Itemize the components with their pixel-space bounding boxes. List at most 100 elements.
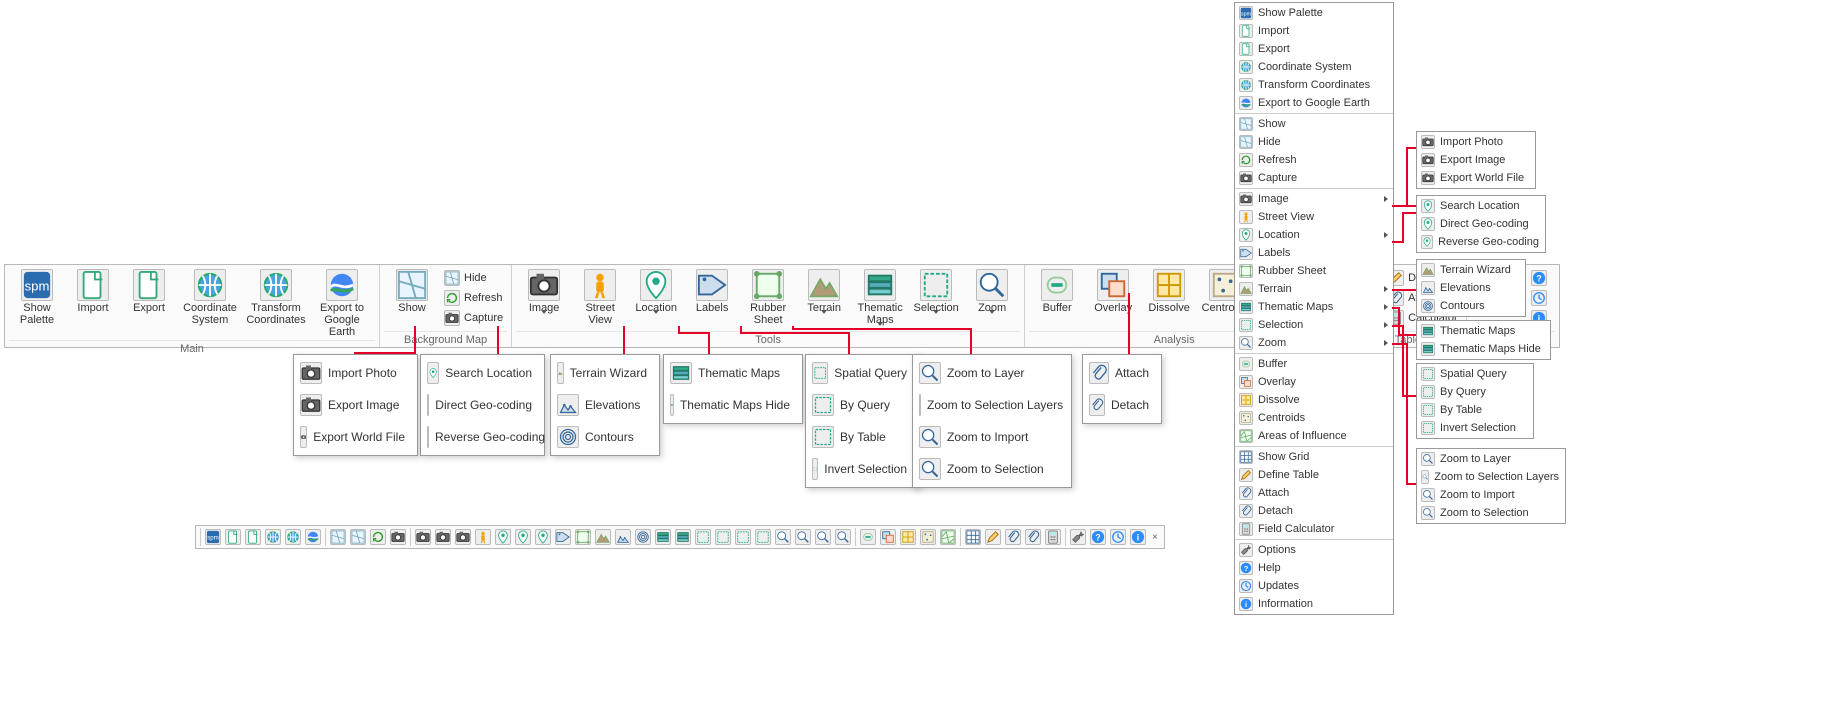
mi-by-query[interactable]: By Query bbox=[808, 389, 917, 421]
tb-help[interactable] bbox=[1088, 527, 1108, 547]
panel-item-define-table[interactable]: Define Table bbox=[1235, 466, 1393, 484]
panel-item-centroids[interactable]: Centroids bbox=[1235, 409, 1393, 427]
mi-zoom-to-selection-layers[interactable]: Zoom to Selection Layers bbox=[915, 389, 1069, 421]
flyout-item-import-photo[interactable]: Import Photo bbox=[1417, 133, 1535, 151]
show-map-button[interactable]: Show bbox=[384, 267, 440, 316]
panel-item-detach[interactable]: Detach bbox=[1235, 502, 1393, 520]
flyout-item-reverse-geo-coding[interactable]: Reverse Geo-coding bbox=[1417, 233, 1545, 251]
tb-show-palette[interactable] bbox=[203, 527, 223, 547]
panel-item-location[interactable]: Location bbox=[1235, 226, 1393, 244]
panel-item-show-palette[interactable]: Show Palette bbox=[1235, 4, 1393, 22]
tb-show-map[interactable] bbox=[328, 527, 348, 547]
mi-detach[interactable]: Detach bbox=[1085, 389, 1159, 421]
mi-search-location[interactable]: Search Location bbox=[423, 357, 542, 389]
tb-zoom-sel-layers[interactable] bbox=[793, 527, 813, 547]
panel-item-help[interactable]: Help bbox=[1235, 559, 1393, 577]
tb-voronoi[interactable] bbox=[938, 527, 958, 547]
tb-elevations[interactable] bbox=[613, 527, 633, 547]
tb-export[interactable] bbox=[243, 527, 263, 547]
tb-thematic-maps-hide[interactable] bbox=[673, 527, 693, 547]
dissolve-button[interactable]: Dissolve bbox=[1141, 267, 1197, 316]
mi-zoom-to-selection[interactable]: Zoom to Selection bbox=[915, 453, 1069, 485]
updates-button[interactable] bbox=[1529, 288, 1553, 308]
zoom-button[interactable]: Zoom bbox=[964, 267, 1020, 316]
flyout-item-direct-geo-coding[interactable]: Direct Geo-coding bbox=[1417, 215, 1545, 233]
tb-overlay[interactable] bbox=[878, 527, 898, 547]
mi-import-photo[interactable]: Import Photo bbox=[296, 357, 415, 389]
buffer-button[interactable]: Buffer bbox=[1029, 267, 1085, 316]
flyout-item-zoom-to-selection[interactable]: Zoom to Selection bbox=[1417, 504, 1565, 522]
export-button[interactable]: Export bbox=[121, 267, 177, 316]
tb-show-grid[interactable] bbox=[963, 527, 983, 547]
overlay-button[interactable]: Overlay bbox=[1085, 267, 1141, 316]
mi-by-table[interactable]: By Table bbox=[808, 421, 917, 453]
mi-attach[interactable]: Attach bbox=[1085, 357, 1159, 389]
panel-item-street-view[interactable]: Street View bbox=[1235, 208, 1393, 226]
tb-direct-geo[interactable] bbox=[513, 527, 533, 547]
street-view-button[interactable]: Street View bbox=[572, 267, 628, 328]
panel-item-areas-of-influence[interactable]: Areas of Influence bbox=[1235, 427, 1393, 445]
tb-options[interactable] bbox=[1068, 527, 1088, 547]
panel-item-import[interactable]: Import bbox=[1235, 22, 1393, 40]
tb-updates[interactable] bbox=[1108, 527, 1128, 547]
terrain-button[interactable]: Terrain bbox=[796, 267, 852, 316]
tb-terrain-wizard[interactable] bbox=[593, 527, 613, 547]
panel-item-refresh[interactable]: Refresh bbox=[1235, 151, 1393, 169]
panel-item-dissolve[interactable]: Dissolve bbox=[1235, 391, 1393, 409]
image-button[interactable]: Image bbox=[516, 267, 572, 316]
mi-zoom-to-layer[interactable]: Zoom to Layer bbox=[915, 357, 1069, 389]
flyout-item-zoom-to-selection-layers[interactable]: Zoom to Selection Layers bbox=[1417, 468, 1565, 486]
mi-elevations[interactable]: Elevations bbox=[553, 389, 657, 421]
rubber-sheet-button[interactable]: Rubber Sheet bbox=[740, 267, 796, 328]
show-palette-button[interactable]: Show Palette bbox=[9, 267, 65, 328]
tb-google-earth[interactable] bbox=[303, 527, 323, 547]
tb-coord-system[interactable] bbox=[263, 527, 283, 547]
capture-map-button[interactable]: Capture bbox=[442, 308, 505, 328]
hide-map-button[interactable]: Hide bbox=[442, 268, 505, 288]
panel-item-terrain[interactable]: Terrain bbox=[1235, 280, 1393, 298]
mi-reverse-geocoding[interactable]: Reverse Geo-coding bbox=[423, 421, 542, 453]
tb-by-query[interactable] bbox=[713, 527, 733, 547]
flyout-item-export-image[interactable]: Export Image bbox=[1417, 151, 1535, 169]
panel-item-thematic-maps[interactable]: Thematic Maps bbox=[1235, 298, 1393, 316]
flyout-item-spatial-query[interactable]: Spatial Query bbox=[1417, 365, 1533, 383]
panel-item-field-calculator[interactable]: Field Calculator bbox=[1235, 520, 1393, 538]
flyout-item-search-location[interactable]: Search Location bbox=[1417, 197, 1545, 215]
tb-transform-coords[interactable] bbox=[283, 527, 303, 547]
tb-reverse-geo[interactable] bbox=[533, 527, 553, 547]
toolbar-close[interactable]: × bbox=[1148, 532, 1162, 543]
tb-import[interactable] bbox=[223, 527, 243, 547]
tb-invert-selection[interactable] bbox=[753, 527, 773, 547]
tb-hide-map[interactable] bbox=[348, 527, 368, 547]
mi-export-image[interactable]: Export Image bbox=[296, 389, 415, 421]
tb-street-view[interactable] bbox=[473, 527, 493, 547]
flyout-item-by-query[interactable]: By Query bbox=[1417, 383, 1533, 401]
flyout-item-thematic-maps[interactable]: Thematic Maps bbox=[1417, 322, 1550, 340]
panel-item-export[interactable]: Export bbox=[1235, 40, 1393, 58]
tb-by-table[interactable] bbox=[733, 527, 753, 547]
tb-zoom-layer[interactable] bbox=[773, 527, 793, 547]
mi-terrain-wizard[interactable]: Terrain Wizard bbox=[553, 357, 657, 389]
panel-item-labels[interactable]: Labels bbox=[1235, 244, 1393, 262]
tb-labels[interactable] bbox=[553, 527, 573, 547]
panel-item-export-to-google-earth[interactable]: Export to Google Earth bbox=[1235, 94, 1393, 112]
panel-item-overlay[interactable]: Overlay bbox=[1235, 373, 1393, 391]
tb-info[interactable] bbox=[1128, 527, 1148, 547]
panel-item-attach[interactable]: Attach bbox=[1235, 484, 1393, 502]
panel-item-coordinate-system[interactable]: Coordinate System bbox=[1235, 58, 1393, 76]
flyout-item-zoom-to-import[interactable]: Zoom to Import bbox=[1417, 486, 1565, 504]
tb-define[interactable] bbox=[983, 527, 1003, 547]
panel-item-updates[interactable]: Updates bbox=[1235, 577, 1393, 595]
tb-detach[interactable] bbox=[1023, 527, 1043, 547]
panel-item-capture[interactable]: Capture bbox=[1235, 169, 1393, 187]
mi-thematic-maps[interactable]: Thematic Maps bbox=[666, 357, 800, 389]
tb-centroids[interactable] bbox=[918, 527, 938, 547]
tb-search-location[interactable] bbox=[493, 527, 513, 547]
panel-item-selection[interactable]: Selection bbox=[1235, 316, 1393, 334]
panel-item-hide[interactable]: Hide bbox=[1235, 133, 1393, 151]
flyout-item-terrain-wizard[interactable]: Terrain Wizard bbox=[1417, 261, 1525, 279]
flyout-item-thematic-maps-hide[interactable]: Thematic Maps Hide bbox=[1417, 340, 1550, 358]
mi-direct-geocoding[interactable]: Direct Geo-coding bbox=[423, 389, 542, 421]
mi-thematic-maps-hide[interactable]: Thematic Maps Hide bbox=[666, 389, 800, 421]
coordinate-system-button[interactable]: Coordinate System bbox=[177, 267, 243, 328]
